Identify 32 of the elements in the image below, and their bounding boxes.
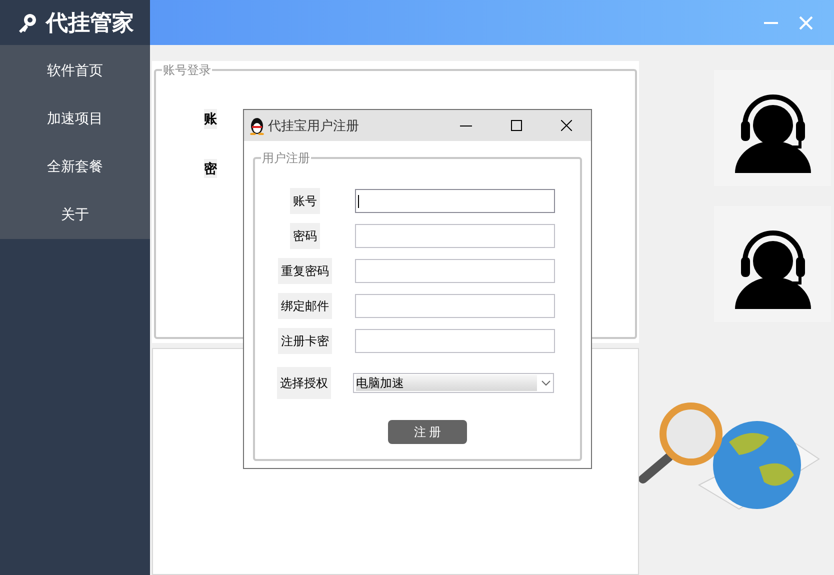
close-icon xyxy=(560,120,572,131)
menu-item[interactable]: 关于 xyxy=(0,190,150,238)
text-cursor-icon xyxy=(358,194,359,208)
input-field[interactable] xyxy=(355,189,555,213)
app-title: 代挂管家 xyxy=(46,9,134,37)
support-agent-icon xyxy=(714,70,831,186)
input-field[interactable] xyxy=(355,259,555,283)
minimize-icon xyxy=(460,124,472,126)
dialog-title: 代挂宝用户注册 xyxy=(268,116,359,135)
menu-item[interactable]: 加速项目 xyxy=(0,94,150,142)
penguin-icon xyxy=(249,116,265,134)
support-agent-icon xyxy=(714,206,831,322)
field-label: 密码 xyxy=(290,223,320,249)
field-label: 密 xyxy=(204,158,217,178)
close-icon[interactable] xyxy=(799,16,813,30)
maximize-icon xyxy=(510,120,522,131)
input-field[interactable] xyxy=(355,294,555,318)
input-field[interactable] xyxy=(355,224,555,248)
register-button[interactable]: 注 册 xyxy=(388,420,467,444)
field-label: 重复密码 xyxy=(278,258,332,284)
field-label: 绑定邮件 xyxy=(278,293,332,319)
group-title: 账号登录 xyxy=(162,61,212,79)
authorization-select[interactable]: 电脑加速 xyxy=(353,373,554,393)
field-label: 选择授权 xyxy=(277,367,331,399)
menu-item[interactable]: 软件首页 xyxy=(0,46,150,94)
menu-item[interactable]: 全新套餐 xyxy=(0,142,150,190)
chevron-down-icon xyxy=(541,380,551,386)
input-field[interactable] xyxy=(355,329,555,353)
field-label: 账 xyxy=(204,109,217,128)
field-label: 注册卡密 xyxy=(278,328,332,354)
group-title: 用户注册 xyxy=(261,149,311,167)
field-label: 账号 xyxy=(290,188,320,214)
